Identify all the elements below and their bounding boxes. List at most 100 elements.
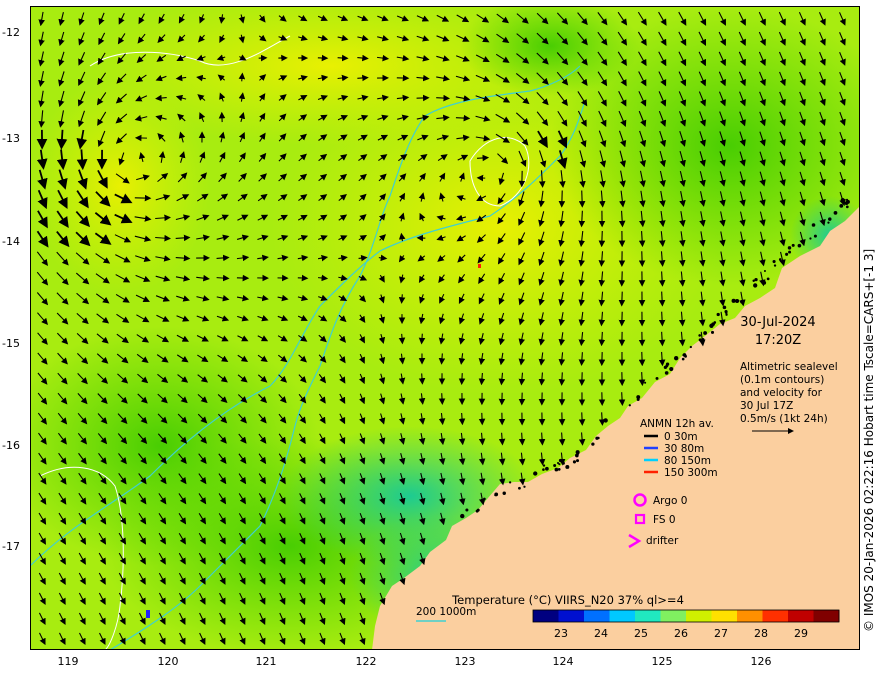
lon-tick: 126 [751, 655, 772, 668]
island [595, 437, 598, 440]
island [725, 314, 727, 316]
velocity-arrow [462, 373, 463, 383]
velocity-arrow [542, 433, 543, 444]
colorbar-tick-label: 29 [794, 627, 808, 640]
velocity-arrow [662, 292, 663, 305]
map-date: 30-Jul-2024 [740, 315, 815, 330]
island [773, 260, 776, 263]
island [792, 244, 795, 247]
island [558, 468, 561, 471]
island [690, 346, 692, 348]
island [724, 310, 727, 313]
colorbar-tick-label: 24 [594, 627, 608, 640]
velocity-arrow [462, 413, 463, 423]
island [591, 442, 594, 445]
island [711, 331, 714, 334]
island [576, 450, 580, 454]
lon-tick: 125 [652, 655, 673, 668]
velocity-arrow [81, 149, 82, 166]
colorbar-cell [763, 610, 789, 622]
lon-tick: 124 [553, 655, 574, 668]
island [767, 277, 770, 280]
colorbar-cell [788, 610, 814, 622]
lat-tick: -12 [2, 26, 28, 39]
island [709, 324, 713, 328]
island [753, 283, 757, 287]
lat-tick: -14 [2, 235, 28, 248]
mooring-marker [146, 610, 150, 618]
colorbar-tick-label: 28 [754, 627, 768, 640]
island [699, 338, 702, 341]
velocity-arrow [642, 372, 643, 384]
colorbar-cell [737, 610, 763, 622]
island [542, 468, 545, 471]
colorbar-cell [661, 610, 687, 622]
island [827, 222, 829, 224]
colorbar-cell [814, 610, 840, 622]
island [809, 237, 811, 239]
velocity-arrow [662, 332, 663, 344]
colorbar-tick-label: 26 [674, 627, 688, 640]
velocity-arrow [436, 98, 448, 99]
mooring-marker [478, 264, 481, 268]
island [735, 299, 739, 303]
lon-tick: 123 [455, 655, 476, 668]
colorbar-cell [686, 610, 712, 622]
velocity-arrow [357, 78, 366, 79]
island [723, 306, 727, 310]
anmn-title: ANMN 12h av. [640, 418, 714, 430]
island [752, 280, 754, 282]
colorbar-title: Temperature (°C) VIIRS_N20 37% ql>=4 [451, 593, 684, 607]
velocity-arrow [522, 433, 523, 444]
alt-note-line: 30 Jul 17Z [740, 400, 793, 412]
argo-label: Argo 0 [653, 495, 687, 507]
island [674, 356, 678, 360]
island [545, 467, 549, 471]
island [555, 468, 559, 472]
lat-tick: -13 [2, 132, 28, 145]
velocity-arrow [422, 334, 423, 343]
island [834, 211, 838, 215]
velocity-arrow [402, 334, 403, 342]
anmn-depth-label: 30 80m [664, 443, 704, 455]
velocity-arrow [582, 352, 583, 364]
colorbar-tick-label: 25 [634, 627, 648, 640]
velocity-arrow [662, 312, 663, 325]
anmn-depth-label: 80 150m [664, 455, 711, 467]
island [523, 486, 525, 488]
island [637, 398, 640, 401]
island [798, 244, 802, 248]
island [603, 418, 607, 422]
velocity-arrow [442, 393, 443, 403]
colorbar [533, 610, 840, 622]
island [460, 514, 464, 518]
island [666, 362, 669, 365]
velocity-arrow [582, 190, 583, 205]
island [665, 371, 669, 375]
colorbar-tick-label: 27 [714, 627, 728, 640]
island [553, 464, 556, 467]
velocity-arrow [318, 278, 326, 279]
island [576, 459, 579, 462]
colorbar-cell [559, 610, 585, 622]
warm-patch [30, 76, 210, 296]
island [629, 404, 631, 406]
island [518, 487, 521, 490]
island [703, 331, 707, 335]
island [845, 201, 849, 205]
island [717, 313, 720, 316]
island [774, 264, 776, 266]
velocity-arrow [379, 258, 385, 259]
velocity-arrow [338, 58, 347, 59]
island [846, 206, 849, 209]
colorbar-cell [584, 610, 610, 622]
velocity-arrow [402, 294, 403, 301]
lon-tick: 120 [158, 655, 179, 668]
alt-note-line: and velocity for [740, 387, 823, 399]
island [764, 270, 766, 272]
island [846, 199, 848, 201]
island [503, 492, 506, 495]
sst-map[interactable]: 30-Jul-2024 17:20Z Altimetric sealevel (… [30, 6, 860, 650]
island [509, 481, 511, 483]
alt-note-line: Altimetric sealevel [740, 361, 838, 373]
